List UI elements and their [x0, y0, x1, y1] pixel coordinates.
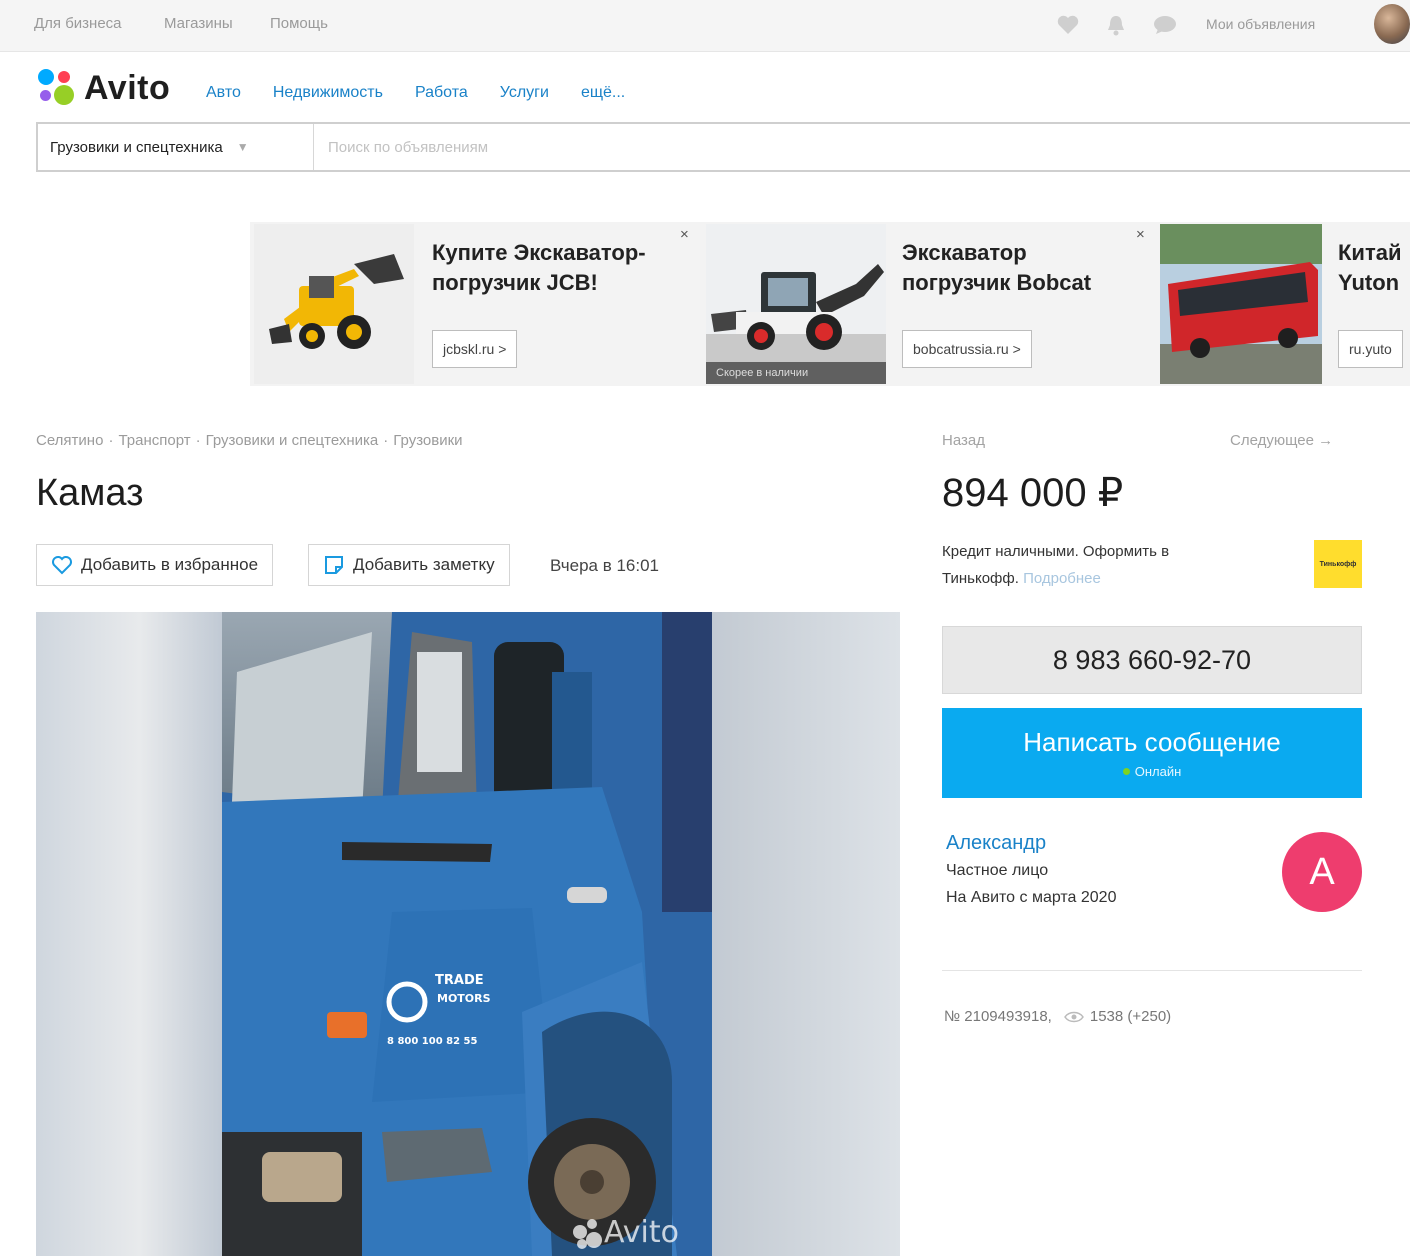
item-meta: № 2109493918, 1538 (+250): [944, 1008, 1171, 1025]
next-link[interactable]: Следующее →: [1230, 432, 1333, 449]
online-label: Онлайн: [1134, 764, 1182, 779]
ad-image-jcb: [254, 224, 414, 384]
page-title: Камаз: [36, 472, 144, 514]
breadcrumb-item[interactable]: Грузовики: [393, 432, 462, 449]
ad-title-line: погрузчик Bobcat: [902, 270, 1092, 295]
door-text: TRADE: [435, 973, 484, 988]
seller-avatar[interactable]: А: [1282, 832, 1362, 912]
ad-title-yutong: Китай Yuton: [1338, 238, 1402, 298]
breadcrumb: Селятино · Транспорт · Грузовики и спецтехни…: [36, 432, 463, 449]
eye-icon: [1063, 1011, 1084, 1023]
ad-image-bobcat: Скорее в наличии: [706, 224, 886, 384]
credit-more-link[interactable]: Подробнее: [1023, 570, 1101, 587]
category-select[interactable]: Грузовики и спецтехника ▼: [38, 124, 314, 170]
online-status: Онлайн: [1122, 764, 1182, 779]
breadcrumb-item[interactable]: Транспорт: [118, 432, 190, 449]
credit-offer: Кредит наличными. Оформить в Тинькофф. П…: [942, 538, 1242, 592]
seller-since: На Авито с марта 2020: [946, 889, 1117, 906]
nav-jobs[interactable]: Работа: [415, 84, 468, 102]
ad-card-yutong[interactable]: Китай Yuton ru.yuto: [1160, 222, 1410, 386]
door-text: MOTORS: [437, 992, 491, 1005]
chat-icon[interactable]: [1152, 12, 1178, 38]
avito-logo[interactable]: Avito: [36, 68, 170, 108]
ad-link-button[interactable]: ru.yuto: [1338, 330, 1403, 368]
business-link[interactable]: Для бизнеса: [34, 15, 122, 32]
shops-link[interactable]: Магазины: [164, 15, 233, 32]
avito-watermark: Avito: [604, 1215, 679, 1250]
write-message-label: Написать сообщение: [1023, 727, 1281, 757]
posted-date: Вчера в 16:01: [550, 556, 660, 575]
user-avatar[interactable]: [1374, 4, 1410, 44]
add-note-button[interactable]: Добавить заметку: [308, 544, 510, 586]
logo-text: Avito: [84, 68, 171, 107]
listing-photo[interactable]: TRADE MOTORS 8 800 100 82 55 Avito: [222, 612, 712, 1256]
note-icon: [323, 554, 345, 576]
item-number: № 2109493918,: [944, 1008, 1052, 1025]
logo-dots-icon: [36, 68, 76, 108]
search-input[interactable]: [314, 124, 1410, 170]
back-link[interactable]: Назад: [942, 432, 985, 449]
nav-auto[interactable]: Авто: [206, 84, 241, 102]
write-message-button[interactable]: Написать сообщение Онлайн: [942, 708, 1362, 798]
help-link[interactable]: Помощь: [270, 15, 328, 32]
ad-link-button[interactable]: jcbskl.ru >: [432, 330, 518, 368]
show-phone-button[interactable]: 8 983 660-92-70: [942, 626, 1362, 694]
bell-icon[interactable]: [1103, 12, 1129, 38]
ad-image-bus: [1160, 224, 1322, 384]
my-ads-link[interactable]: Мои объявления: [1206, 16, 1315, 32]
ad-title-bobcat: Экскаватор погрузчик Bobcat: [902, 238, 1091, 298]
nav-more[interactable]: ещё...: [581, 84, 625, 102]
nav-services[interactable]: Услуги: [500, 84, 549, 102]
top-bar: Для бизнеса Магазины Помощь Мои объявлен…: [0, 0, 1410, 52]
heart-outline-icon: [51, 555, 73, 575]
breadcrumb-item[interactable]: Грузовики и спецтехника: [206, 432, 379, 449]
seller-name-link[interactable]: Александр: [946, 832, 1046, 855]
main-nav: Авто Недвижимость Работа Услуги ещё...: [206, 84, 657, 102]
ad-caption: Скорее в наличии: [706, 362, 886, 384]
tinkoff-logo[interactable]: Тинькофф: [1314, 540, 1362, 588]
door-phone-text: 8 800 100 82 55: [387, 1036, 478, 1047]
breadcrumb-item[interactable]: Селятино: [36, 432, 103, 449]
ad-title-line: Экскаватор: [902, 240, 1027, 265]
views-count: 1538 (+250): [1089, 1008, 1172, 1025]
price: 894 000 ₽: [942, 471, 1124, 515]
divider: [942, 970, 1362, 971]
ad-title-line: Yuton: [1338, 270, 1400, 295]
ad-link-button[interactable]: bobcatrussia.ru >: [902, 330, 1032, 368]
add-favorite-button[interactable]: Добавить в избранное: [36, 544, 274, 586]
heart-icon[interactable]: [1055, 12, 1081, 38]
add-favorite-label: Добавить в избранное: [81, 555, 259, 574]
nav-realty[interactable]: Недвижимость: [273, 84, 383, 102]
ad-title-line: Купите Экскаватор-: [432, 240, 646, 265]
photo-gallery[interactable]: TRADE MOTORS 8 800 100 82 55 Avito: [36, 612, 900, 1256]
online-dot-icon: [1122, 768, 1130, 775]
close-icon[interactable]: ×: [680, 226, 689, 243]
close-icon[interactable]: ×: [1136, 226, 1145, 243]
chevron-down-icon: ▼: [236, 140, 249, 154]
ad-card-jcb[interactable]: Купите Экскаватор- погрузчик JCB! jcbskl…: [250, 222, 700, 386]
ad-strip: Купите Экскаватор- погрузчик JCB! jcbskl…: [250, 222, 1410, 386]
category-select-value: Грузовики и спецтехника: [50, 138, 223, 156]
seller-type: Частное лицо: [946, 862, 1049, 879]
search-bar: Грузовики и спецтехника ▼: [36, 122, 1410, 172]
ad-title-line: погрузчик JCB!: [432, 270, 598, 295]
add-note-label: Добавить заметку: [353, 555, 495, 574]
ad-title-jcb: Купите Экскаватор- погрузчик JCB!: [432, 238, 646, 298]
ad-title-line: Китай: [1338, 240, 1402, 265]
ad-card-bobcat[interactable]: Скорее в наличии Экскаватор погрузчик Bo…: [706, 222, 1156, 386]
